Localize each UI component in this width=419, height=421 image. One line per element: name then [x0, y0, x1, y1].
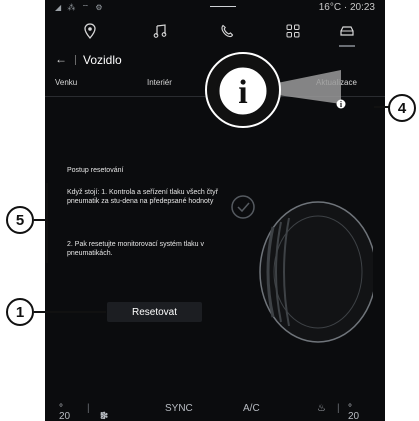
procedure-heading: Postup resetování	[67, 167, 124, 174]
infotainment-screen: ◢ ⁂ ⌔ ⚙ 16°C · 20:23 ← Vozidlo Venku Int…	[45, 0, 385, 421]
callout-5-bracket	[46, 183, 48, 263]
nav-apps[interactable]	[271, 18, 315, 44]
info-icon: i	[216, 64, 270, 118]
car-icon	[340, 26, 354, 36]
nav-phone[interactable]	[205, 18, 249, 44]
procedure-step-2: 2. Pak resetujte monitorovací systém tla…	[67, 241, 204, 257]
callout-4: 4	[388, 94, 416, 122]
ac-button[interactable]: A/C	[243, 403, 260, 414]
reset-button[interactable]: Resetovat	[107, 302, 202, 322]
nav-vehicle[interactable]	[325, 18, 369, 47]
procedure-step-1: Když stojí: 1. Kontrola a seřízení tlaku…	[67, 189, 218, 205]
apps-icon	[286, 24, 300, 38]
climate-bar: 20 ° | ✽ 5 SYNC A/C ♨ | 20 °	[59, 403, 360, 421]
status-icons: ◢ ⁂ ⌔ ⚙	[55, 3, 105, 12]
svg-text:i: i	[238, 74, 247, 111]
seat-heat-icon[interactable]: ♨	[317, 403, 326, 414]
callout-1-line	[34, 311, 106, 313]
climate-divider-right: |	[337, 403, 340, 414]
music-icon	[153, 24, 167, 38]
info-small-icon[interactable]: i	[336, 99, 346, 109]
nav-location[interactable]	[68, 18, 112, 44]
top-navigation	[45, 18, 385, 47]
phone-icon	[221, 24, 234, 38]
status-bar: ◢ ⁂ ⌔ ⚙ 16°C · 20:23	[45, 0, 385, 16]
check-icon	[231, 195, 255, 219]
right-temperature[interactable]: 20 °	[348, 403, 359, 421]
status-divider	[210, 6, 236, 7]
nav-music[interactable]	[138, 18, 182, 44]
location-icon	[84, 23, 96, 39]
callout-1: 1	[6, 298, 34, 326]
climate-divider: |	[87, 403, 90, 414]
status-time: 16°C · 20:23	[318, 2, 375, 13]
info-magnifier	[205, 52, 341, 128]
tire-illustration	[231, 195, 373, 343]
sync-button[interactable]: SYNC	[165, 403, 193, 414]
callout-5: 5	[6, 206, 34, 234]
left-temperature[interactable]: 20 °	[59, 403, 70, 421]
